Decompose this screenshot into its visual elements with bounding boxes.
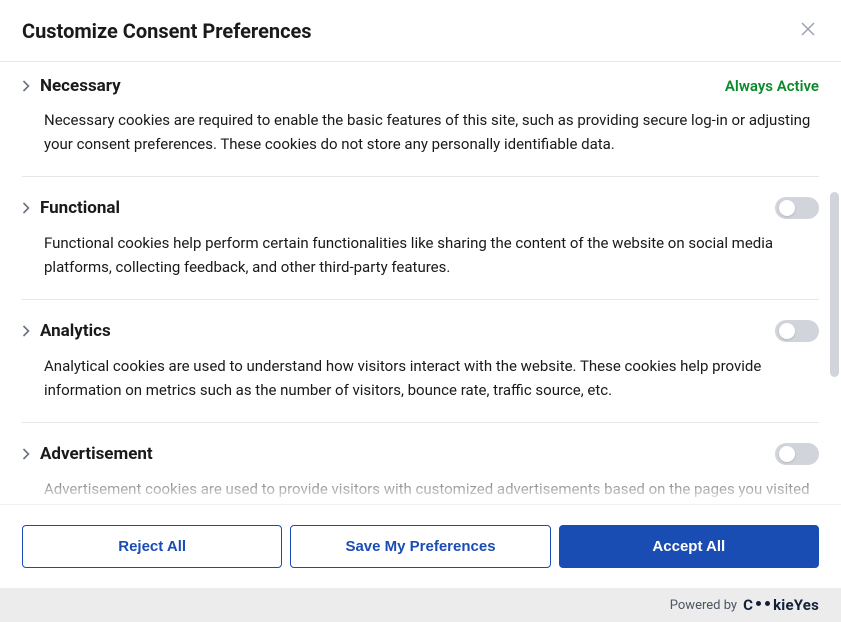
reject-all-button[interactable]: Reject All <box>22 525 282 568</box>
brand-dot-icon <box>756 601 761 606</box>
toggle-advertisement[interactable] <box>775 443 819 465</box>
save-preferences-button[interactable]: Save My Preferences <box>290 525 550 568</box>
powered-by-bar: Powered by CkieYes <box>0 588 841 622</box>
always-active-label: Always Active <box>725 77 819 95</box>
chevron-right-icon[interactable] <box>22 202 30 214</box>
consent-modal: Customize Consent Preferences Necessary <box>0 0 841 622</box>
brand-text-part2: kieYes <box>773 596 819 614</box>
category-description: Analytical cookies are used to understan… <box>22 354 819 402</box>
chevron-right-icon[interactable] <box>22 448 30 460</box>
powered-by-label: Powered by <box>670 598 737 613</box>
category-description: Functional cookies help perform certain … <box>22 231 819 279</box>
chevron-right-icon[interactable] <box>22 325 30 337</box>
close-icon <box>801 22 815 39</box>
category-left: Advertisement <box>22 444 153 464</box>
close-button[interactable] <box>797 18 819 43</box>
category-functional: Functional Functional cookies help perfo… <box>22 177 819 300</box>
category-left: Analytics <box>22 321 111 341</box>
button-row: Reject All Save My Preferences Accept Al… <box>22 525 819 568</box>
modal-footer: Reject All Save My Preferences Accept Al… <box>0 504 841 588</box>
scroll-area[interactable]: Necessary Always Active Necessary cookie… <box>0 62 841 504</box>
scrollbar-thumb[interactable] <box>830 192 839 377</box>
category-header: Advertisement <box>22 443 819 465</box>
category-header: Necessary Always Active <box>22 76 819 96</box>
category-title: Functional <box>40 198 120 218</box>
modal-header: Customize Consent Preferences <box>0 0 841 62</box>
brand-logo[interactable]: CkieYes <box>743 596 819 614</box>
brand-dot-icon <box>765 601 770 606</box>
category-header: Analytics <box>22 320 819 342</box>
category-advertisement: Advertisement Advertisement cookies are … <box>22 423 819 504</box>
modal-content: Necessary Always Active Necessary cookie… <box>0 62 841 504</box>
category-title: Advertisement <box>40 444 153 464</box>
category-left: Functional <box>22 198 120 218</box>
toggle-functional[interactable] <box>775 197 819 219</box>
category-description: Necessary cookies are required to enable… <box>22 108 819 156</box>
brand-text-part1: C <box>743 596 753 614</box>
chevron-right-icon[interactable] <box>22 80 30 92</box>
toggle-analytics[interactable] <box>775 320 819 342</box>
category-title: Necessary <box>40 76 121 96</box>
category-description: Advertisement cookies are used to provid… <box>22 477 819 504</box>
modal-title: Customize Consent Preferences <box>22 19 312 43</box>
category-title: Analytics <box>40 321 111 341</box>
accept-all-button[interactable]: Accept All <box>559 525 819 568</box>
category-necessary: Necessary Always Active Necessary cookie… <box>22 62 819 177</box>
category-left: Necessary <box>22 76 121 96</box>
category-header: Functional <box>22 197 819 219</box>
category-analytics: Analytics Analytical cookies are used to… <box>22 300 819 423</box>
